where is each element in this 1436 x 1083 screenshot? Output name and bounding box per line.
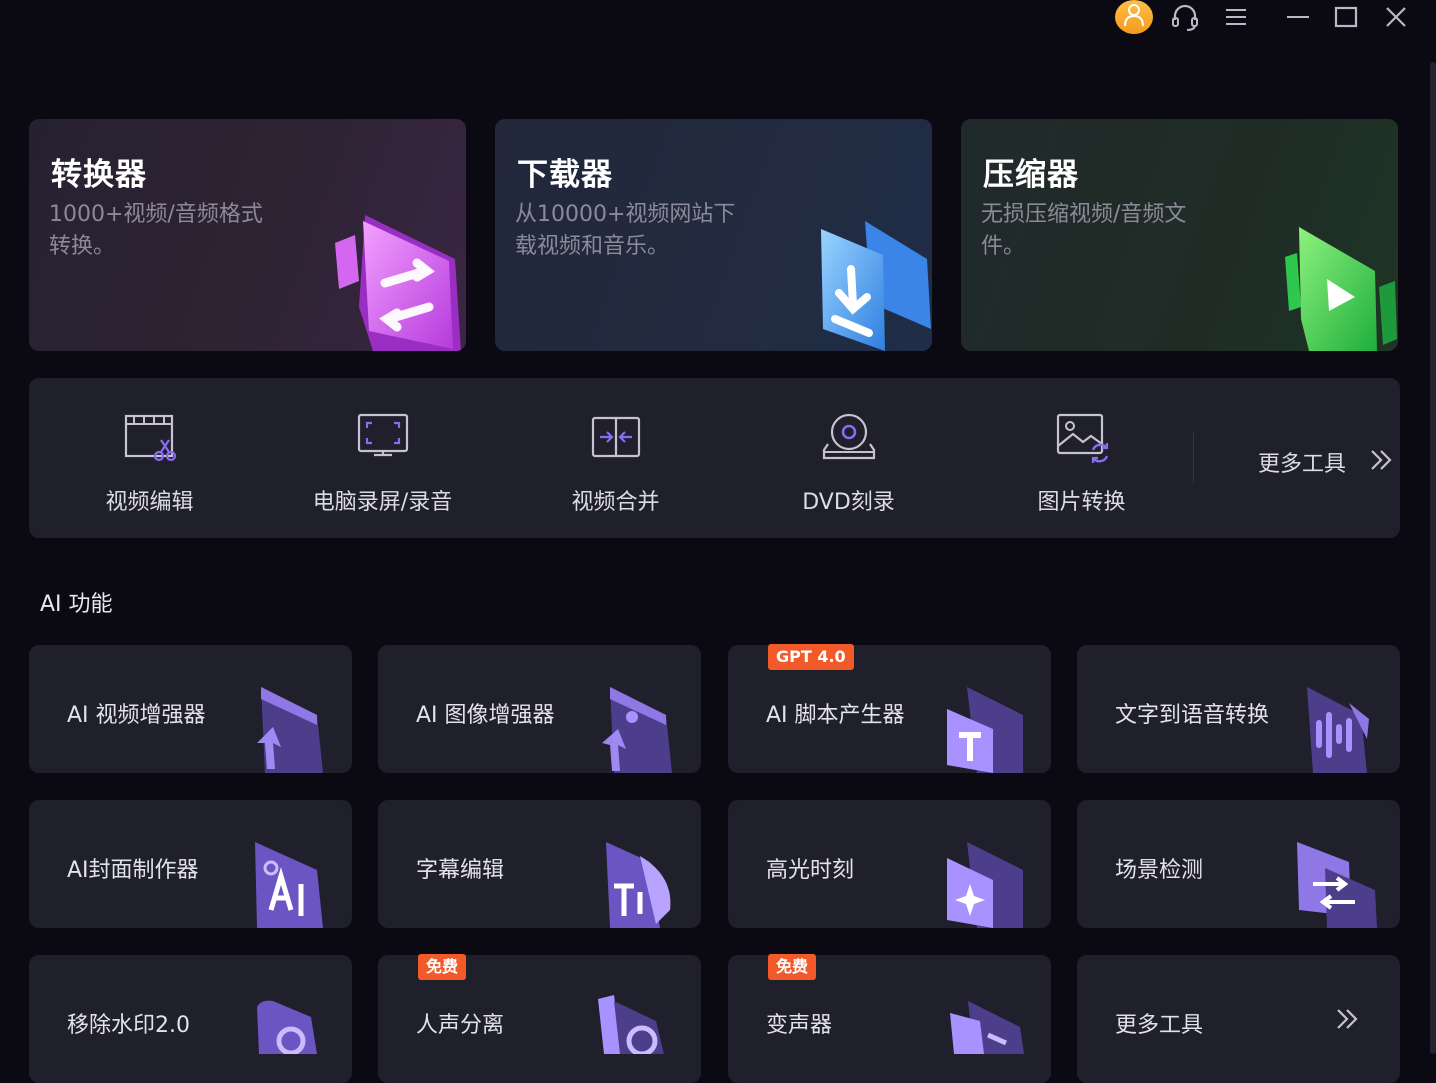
ai-card-label: AI 脚本产生器: [766, 703, 905, 728]
vocal-remover-icon: [598, 995, 664, 1054]
ai-section-title: AI 功能: [40, 592, 113, 617]
dvd-burn-icon: [822, 413, 875, 460]
image-enhancer-icon: [602, 687, 672, 773]
watermark-remover-icon: [257, 1000, 317, 1054]
menu-icon[interactable]: [1220, 0, 1252, 34]
free-badge: 免费: [418, 954, 467, 980]
minimize-icon[interactable]: [1282, 0, 1314, 34]
tool-label: DVD刻录: [802, 490, 895, 515]
double-chevron-right-icon: [1371, 450, 1392, 470]
tool-label: 图片转换: [1037, 490, 1126, 515]
ai-card-vocal-remover[interactable]: 免费 人声分离: [378, 954, 701, 1083]
compressor-icon: [1285, 227, 1397, 351]
downloader-desc: 从10000+视频网站下载视频和音乐。: [515, 202, 736, 259]
converter-title: 转换器: [51, 157, 147, 193]
text-to-speech-icon: [1307, 687, 1369, 773]
ai-card-label: 场景检测: [1115, 858, 1204, 883]
avatar[interactable]: [1114, 0, 1154, 34]
script-generator-icon: [947, 687, 1023, 773]
voice-changer-icon: [950, 1001, 1024, 1054]
ai-card-label: AI封面制作器: [67, 858, 199, 883]
cover-maker-icon: [255, 842, 323, 928]
more-tools-button[interactable]: 更多工具: [1224, 378, 1400, 538]
ai-card-label: 人声分离: [416, 1013, 505, 1038]
subtitle-edit-icon: [606, 842, 671, 928]
image-convert-icon: [1056, 413, 1108, 463]
free-badge: 免费: [768, 954, 817, 980]
converter-desc: 1000+视频/音频格式转换。: [49, 202, 263, 259]
avatar-icon: [1115, 0, 1153, 34]
compressor-title: 压缩器: [983, 157, 1079, 193]
ai-card-highlight[interactable]: 高光时刻: [728, 800, 1051, 928]
ai-card-image-enhancer[interactable]: AI 图像增强器: [378, 645, 701, 773]
divider: [1193, 433, 1194, 483]
title-bar: [0, 0, 1436, 40]
tool-video-edit[interactable]: 视频编辑: [33, 378, 266, 538]
more-tools-label: 更多工具: [1115, 1013, 1204, 1038]
ai-card-text-to-speech[interactable]: 文字到语音转换: [1077, 645, 1400, 773]
tool-video-merge[interactable]: 视频合并: [499, 378, 732, 538]
video-edit-icon: [124, 414, 176, 462]
downloader-title: 下载器: [517, 157, 613, 193]
compressor-card[interactable]: 压缩器 无损压缩视频/音频文件。: [961, 119, 1398, 351]
maximize-icon[interactable]: [1330, 0, 1362, 34]
downloader-card[interactable]: 下载器 从10000+视频网站下载视频和音乐。: [495, 119, 932, 351]
ai-card-label: 字幕编辑: [416, 858, 505, 883]
compressor-desc: 无损压缩视频/音频文件。: [981, 202, 1187, 259]
ai-card-video-enhancer[interactable]: AI 视频增强器: [29, 645, 352, 773]
screen-record-icon: [357, 413, 408, 457]
tool-image-convert[interactable]: 图片转换: [965, 378, 1198, 538]
tool-dvd-burn[interactable]: DVD刻录: [732, 378, 965, 538]
ai-card-label: 移除水印2.0: [67, 1013, 190, 1038]
converter-icon: [335, 215, 461, 351]
more-tools-label: 更多工具: [1258, 452, 1347, 477]
double-chevron-right-icon: [1337, 1009, 1358, 1029]
ai-card-cover-maker[interactable]: AI封面制作器: [29, 800, 352, 928]
ai-card-label: 变声器: [766, 1013, 833, 1038]
ai-card-label: 高光时刻: [766, 858, 855, 883]
ai-card-scene-detection[interactable]: 场景检测: [1077, 800, 1400, 928]
ai-card-watermark-remover[interactable]: 移除水印2.0: [29, 955, 352, 1083]
video-enhancer-icon: [257, 687, 323, 773]
tool-label: 电脑录屏/录音: [312, 490, 453, 515]
ai-card-subtitle-edit[interactable]: 字幕编辑: [378, 800, 701, 928]
tool-label: 视频编辑: [105, 490, 194, 515]
scene-detection-icon: [1297, 842, 1377, 928]
downloader-icon: [821, 221, 931, 351]
video-merge-icon: [591, 416, 640, 458]
tools-panel: 视频编辑 电脑录屏/录音 视频合并 DVD刻录 图片转换 更多工具: [29, 378, 1400, 538]
headset-icon[interactable]: [1166, 0, 1204, 34]
gpt-badge: GPT 4.0: [768, 644, 854, 670]
more-tools-card[interactable]: 更多工具: [1077, 955, 1400, 1083]
ai-card-voice-changer[interactable]: 免费 变声器: [728, 954, 1051, 1083]
tool-screen-record[interactable]: 电脑录屏/录音: [266, 378, 499, 538]
ai-card-label: AI 视频增强器: [67, 703, 206, 728]
ai-card-label: 文字到语音转换: [1115, 703, 1270, 728]
close-icon[interactable]: [1380, 0, 1412, 34]
converter-card[interactable]: 转换器 1000+视频/音频格式转换。: [29, 119, 466, 351]
tool-label: 视频合并: [571, 490, 660, 515]
highlight-icon: [947, 842, 1023, 928]
ai-card-script-generator[interactable]: GPT 4.0 AI 脚本产生器: [728, 644, 1051, 773]
ai-card-label: AI 图像增强器: [416, 703, 555, 728]
scrollbar[interactable]: [1430, 62, 1436, 1054]
